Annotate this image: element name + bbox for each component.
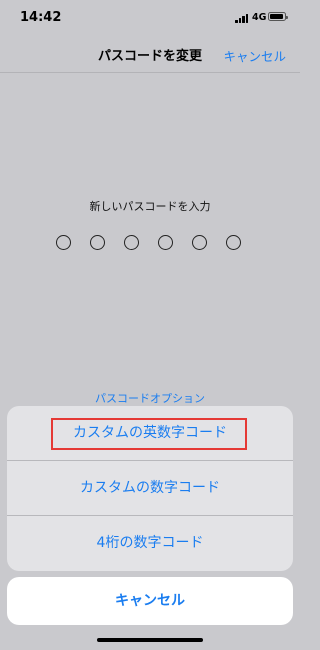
passcode-dot <box>124 235 139 250</box>
nav-bar: パスコードを変更 キャンセル <box>0 36 300 73</box>
status-time: 14:42 <box>20 10 62 25</box>
passcode-dot <box>192 235 207 250</box>
status-bar: 14:42 4G <box>0 0 300 36</box>
passcode-dot <box>56 235 71 250</box>
passcode-prompt: 新しいパスコードを入力 <box>89 200 211 213</box>
passcode-dot <box>158 235 173 250</box>
nav-cancel-button[interactable]: キャンセル <box>223 46 286 65</box>
passcode-dot <box>90 235 105 250</box>
passcode-options-link[interactable]: パスコードオプション <box>0 390 300 406</box>
passcode-dots <box>52 235 252 252</box>
custom-numeric-code-option[interactable]: カスタムの数字コード <box>7 461 293 515</box>
highlight-box <box>51 418 247 450</box>
signal-strength-icon <box>235 14 249 23</box>
battery-icon <box>268 12 288 21</box>
home-indicator <box>97 638 203 642</box>
cancel-sheet[interactable]: キャンセル <box>7 577 293 625</box>
network-type: 4G <box>252 12 267 23</box>
sheet-cancel-button[interactable]: キャンセル <box>7 577 293 625</box>
action-sheet: カスタムの英数字コード カスタムの数字コード 4桁の数字コード <box>7 406 293 571</box>
passcode-dot <box>226 235 241 250</box>
four-digit-code-option[interactable]: 4桁の数字コード <box>7 516 293 570</box>
